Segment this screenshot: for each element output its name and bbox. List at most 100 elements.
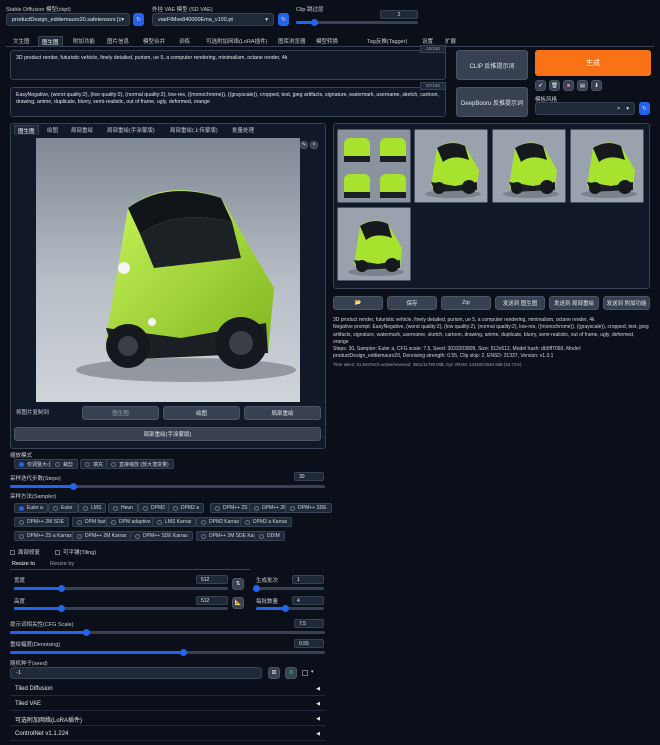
refresh-vae-button[interactable]: ↻ — [278, 13, 289, 26]
clip-input[interactable]: 2 — [380, 10, 418, 19]
sampler-option-14[interactable]: DPM2 a Karras — [240, 517, 293, 527]
sampler-option-4[interactable]: DPM2 — [138, 503, 170, 513]
refresh-model-button[interactable]: ↻ — [133, 13, 144, 26]
clip-slider[interactable] — [296, 19, 418, 26]
batch-count-input[interactable]: 1 — [292, 575, 324, 584]
tab-3[interactable]: 图片信息 — [104, 36, 132, 46]
sampler-option-8[interactable]: DPM++ SDE — [285, 503, 332, 513]
save-button[interactable]: 保存 — [387, 296, 437, 310]
subtab-0[interactable]: 图生图 — [14, 125, 39, 135]
steps-slider-knob[interactable] — [70, 483, 77, 490]
grid-thumbnail[interactable] — [337, 129, 411, 203]
trash-button[interactable]: 🗑 — [549, 80, 560, 91]
sampler-option-0[interactable]: Euler a — [14, 503, 48, 513]
subtab-2[interactable]: 局部重绘 — [68, 125, 96, 135]
sampler-option-12[interactable]: LMS Karras — [152, 517, 197, 527]
subtab-4[interactable]: 局部重绘(上传蒙版) — [167, 125, 221, 135]
sampler-option-5[interactable]: DPM2 a — [168, 503, 205, 513]
tab-5[interactable]: 训练 — [176, 36, 193, 46]
swap-dimensions-button[interactable]: ⇅ — [232, 578, 244, 590]
tab-0[interactable]: 文生图 — [10, 36, 33, 46]
height-input[interactable]: 512 — [196, 596, 228, 605]
tab-1[interactable]: 图生图 — [38, 36, 63, 46]
cfg-slider-knob[interactable] — [83, 629, 90, 636]
save-style-button[interactable]: ⬇ — [591, 80, 602, 91]
denoise-slider-knob[interactable] — [180, 649, 187, 656]
seed-input[interactable]: -1 — [10, 667, 262, 679]
tab-resize-to[interactable]: Resize to — [12, 561, 35, 567]
copy-to-inpaint-button[interactable]: 局部重绘 — [244, 406, 321, 420]
tab-8[interactable]: 模型转换 — [313, 36, 341, 46]
copy-to-sketch-button[interactable]: 绘图 — [163, 406, 240, 420]
resize-option-3[interactable]: 直接缩放 (放大潜变量) — [106, 459, 174, 469]
cfg-slider[interactable] — [10, 629, 325, 636]
vae-select[interactable]: vaeFtMse840000Ema_v100.pt ▾ — [152, 13, 274, 26]
gallery-thumbnail[interactable] — [570, 129, 644, 203]
deepbooru-interrogate-button[interactable]: DeepBooru 反推提示词 — [456, 87, 528, 117]
tab-4[interactable]: 模型合并 — [140, 36, 168, 46]
check-button[interactable]: ✔ — [535, 80, 546, 91]
sampler-option-11[interactable]: DPM adaptive — [106, 517, 156, 527]
batch-count-slider-knob[interactable] — [253, 585, 260, 592]
sampler-option-15[interactable]: DPM++ 2S a Karras — [14, 531, 77, 541]
cfg-input[interactable]: 7.5 — [294, 619, 324, 628]
extra-seed-checkbox[interactable] — [302, 670, 308, 676]
tab-resize-by[interactable]: Resize by — [50, 561, 74, 567]
batch-size-slider-knob[interactable] — [282, 605, 289, 612]
generate-button[interactable]: 生成 — [535, 50, 651, 76]
tiling-checkbox[interactable]: 可平铺(Tiling) — [55, 548, 96, 556]
sampler-option-19[interactable]: DDIM — [254, 531, 285, 541]
denoise-slider[interactable] — [10, 649, 325, 656]
tab-2[interactable]: 附加功能 — [70, 36, 98, 46]
steps-slider[interactable] — [10, 483, 325, 490]
gallery-thumbnail[interactable] — [492, 129, 566, 203]
tab-9[interactable]: Tag反推(Tagger) — [364, 36, 410, 46]
sampler-option-10[interactable]: DPM fast — [72, 517, 111, 527]
accordion-2[interactable]: 可选附加网络(LoRA插件) ◀ — [10, 713, 325, 726]
batch-size-input[interactable]: 4 — [292, 596, 324, 605]
sampler-option-3[interactable]: Heun — [108, 503, 138, 513]
clear-image-button[interactable]: × — [310, 141, 318, 149]
tab-6[interactable]: 可选附加网络(LoRA插件) — [203, 36, 270, 46]
positive-prompt-input[interactable]: 3D product render, futuristic vehicle, f… — [10, 50, 446, 80]
negative-prompt-input[interactable]: EasyNegative, (worst quality:2), (low qu… — [10, 87, 446, 117]
detect-size-button[interactable]: 📐 — [232, 597, 244, 609]
accordion-3[interactable]: ControlNet v1.1.224 ◀ — [10, 728, 325, 741]
height-slider-knob[interactable] — [58, 605, 65, 612]
denoise-input[interactable]: 0.55 — [294, 639, 324, 648]
copy-to-img2img-button[interactable]: 图生图 — [82, 406, 159, 420]
gallery-thumbnail[interactable] — [414, 129, 488, 203]
random-seed-button[interactable]: ⚄ — [268, 667, 280, 679]
palette-button[interactable]: ■ — [563, 80, 574, 91]
width-input[interactable]: 512 — [196, 575, 228, 584]
subtab-3[interactable]: 局部重绘(手涂蒙版) — [104, 125, 158, 135]
send-to-img2img-button[interactable]: 发送到 图生图 — [495, 296, 545, 310]
width-slider-knob[interactable] — [58, 585, 65, 592]
restore-faces-checkbox[interactable]: 面部修复 — [10, 548, 40, 556]
model-select[interactable]: productDesign_eddiemauro20.safetensors [… — [6, 13, 130, 26]
width-slider[interactable] — [14, 585, 228, 592]
height-slider[interactable] — [14, 605, 228, 612]
resize-option-2[interactable]: 填充 — [80, 459, 109, 469]
clip-interrogate-button[interactable]: CLIP 反推提示词 — [456, 50, 528, 80]
sampler-option-9[interactable]: DPM++ 2M SDE — [14, 517, 69, 527]
sampler-option-13[interactable]: DPM2 Karras — [196, 517, 245, 527]
open-folder-button[interactable]: 📂 — [333, 296, 383, 310]
subtab-5[interactable]: 批量处理 — [229, 125, 257, 135]
subtab-1[interactable]: 绘图 — [44, 125, 61, 135]
send-to-inpaint-button[interactable]: 发送到 局部重绘 — [549, 296, 599, 310]
clipboard-button[interactable]: ▤ — [577, 80, 588, 91]
refresh-style-button[interactable]: ↻ — [639, 102, 650, 115]
input-image[interactable] — [36, 138, 300, 402]
send-to-extras-button[interactable]: 发送到 附加功能 — [603, 296, 650, 310]
tab-7[interactable]: 图库浏览器 — [275, 36, 309, 46]
resize-option-1[interactable]: 裁剪 — [50, 459, 79, 469]
sampler-option-17[interactable]: DPM++ SDE Karras — [130, 531, 193, 541]
accordion-1[interactable]: Tiled VAE ◀ — [10, 698, 325, 711]
zip-button[interactable]: Zip — [441, 296, 491, 310]
accordion-0[interactable]: Tiled Diffusion ◀ — [10, 683, 325, 696]
sampler-option-1[interactable]: Euler — [48, 503, 78, 513]
gallery-thumbnail[interactable] — [337, 207, 411, 281]
style-select[interactable]: × ▾ — [535, 102, 635, 115]
copy-to-inpaint-sketch-button[interactable]: 局部重绘(手涂蒙版) — [14, 427, 321, 441]
